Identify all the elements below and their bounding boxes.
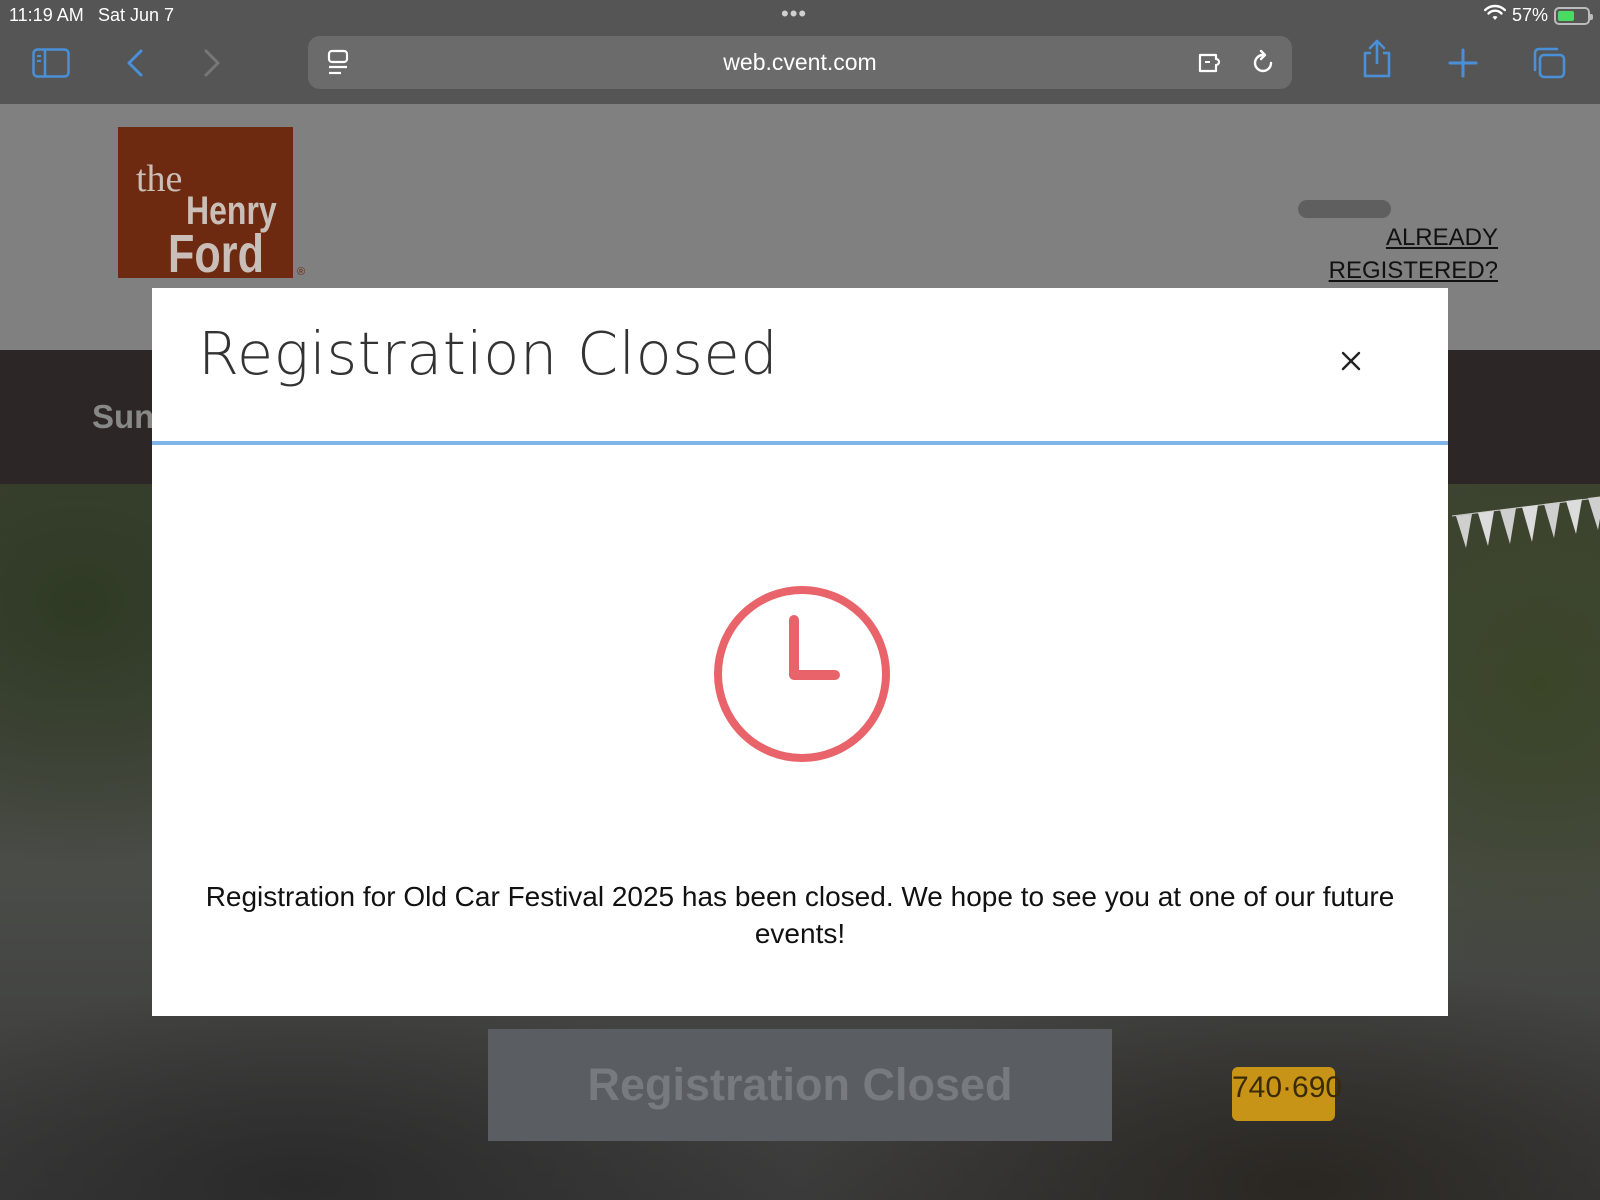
multitask-dots[interactable]: ••• [781,3,807,25]
forward-chevron-icon[interactable] [191,42,233,84]
status-right: 57% [1483,4,1593,27]
modal-message: Registration for Old Car Festival 2025 h… [205,881,1395,949]
back-chevron-icon[interactable] [114,42,156,84]
status-date: Sat Jun 7 [98,5,175,25]
tabs-icon[interactable] [1528,42,1570,84]
header-placeholder-pill [1298,200,1391,218]
license-plate: 740·690 [1232,1067,1342,1121]
battery-fill [1558,10,1574,21]
browser-chrome: 11:19 AM Sat Jun 7 ••• 57% web.cvent.com [0,0,1600,104]
registration-closed-button: Registration Closed [488,1029,1112,1141]
logo-the: the [136,158,183,200]
henry-ford-logo[interactable]: the Henry Ford [118,127,293,284]
registration-closed-modal: Registration Closed Registration for Old… [152,288,1448,1016]
nav-partial-text: Sun [92,398,155,435]
plus-icon[interactable] [1442,42,1484,84]
modal-title: Registration Closed [198,319,779,388]
close-button[interactable] [1336,346,1366,376]
modal-header: Registration Closed [152,288,1448,445]
battery-percent: 57% [1511,5,1548,25]
share-icon[interactable] [1356,38,1398,80]
close-icon[interactable] [1340,350,1362,372]
bunting-flags [1452,496,1600,548]
registered-mark: ® [297,266,306,278]
url-text[interactable]: web.cvent.com [308,49,1292,76]
wifi-icon [1483,4,1506,27]
already-registered-link[interactable]: ALREADY REGISTERED? [1329,221,1498,287]
reload-icon[interactable] [1242,42,1284,84]
logo-ford: Ford [168,224,264,284]
battery-icon [1554,6,1593,25]
already-registered-line1: ALREADY [1385,224,1498,251]
extension-icon[interactable] [1192,42,1234,84]
clock-icon [714,586,890,762]
status-time: 11:19 AM [9,5,84,25]
url-bar[interactable]: web.cvent.com [308,36,1292,89]
registration-closed-button-label: Registration Closed [587,1059,1013,1110]
sidebar-icon[interactable] [30,42,72,84]
already-registered-line2: REGISTERED? [1328,257,1498,284]
